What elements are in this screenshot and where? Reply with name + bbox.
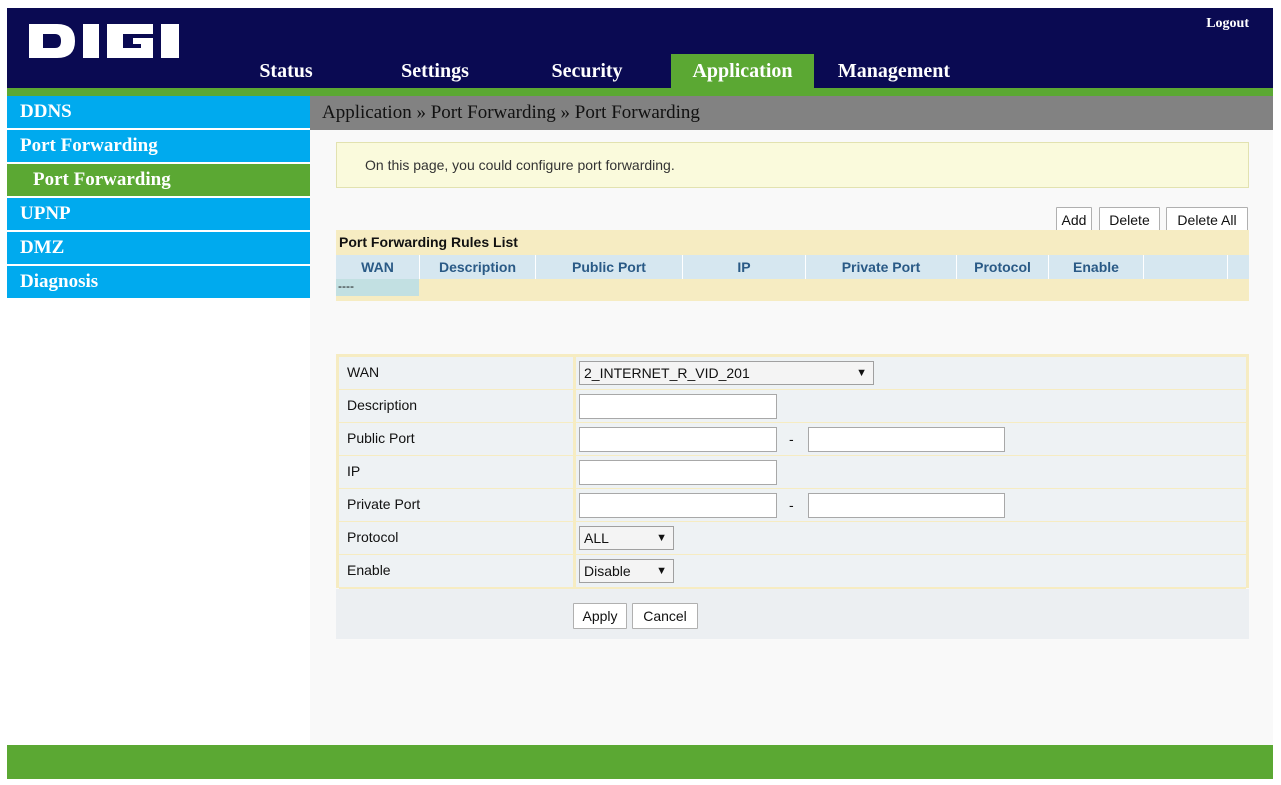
column-separator <box>1227 255 1228 279</box>
description-label: Description <box>347 397 418 413</box>
rules-table-header: WAN Description Public Port IP Private P… <box>336 255 1249 279</box>
column-header-wan: WAN <box>361 259 394 275</box>
ip-label: IP <box>347 463 361 479</box>
top-header: Logout Status Settings Security Applicat… <box>7 8 1273 88</box>
form-row-private-port: Private Port - <box>339 489 1246 523</box>
column-header-protocol: Protocol <box>974 259 1031 275</box>
tab-management[interactable]: Management <box>829 54 959 88</box>
chevron-down-icon: ▼ <box>856 367 867 379</box>
breadcrumb: Application » Port Forwarding » Port For… <box>310 96 1273 130</box>
form-cell: Disable ▼ <box>573 555 1249 587</box>
footer-bar <box>7 745 1273 779</box>
tab-status[interactable]: Status <box>247 54 325 88</box>
private-port-start-input[interactable] <box>579 493 777 518</box>
wan-select-value: 2_INTERNET_R_VID_201 <box>584 365 750 381</box>
table-row-empty: ---- <box>336 279 419 296</box>
sidebar-item-upnp[interactable]: UPNP <box>7 198 310 231</box>
form-row-ip: IP <box>339 456 1246 490</box>
port-range-separator: - <box>789 431 794 447</box>
rules-table-title: Port Forwarding Rules List <box>339 234 518 250</box>
tab-application[interactable]: Application <box>671 54 814 88</box>
chevron-down-icon: ▼ <box>656 565 667 577</box>
main-content: Application » Port Forwarding » Port For… <box>310 96 1273 745</box>
browser-frame: Logout Status Settings Security Applicat… <box>7 8 1273 779</box>
form-row-public-port: Public Port - <box>339 423 1246 457</box>
form-row-enable: Enable Disable ▼ <box>339 555 1246 589</box>
sidebar-item-port-forwarding[interactable]: Port Forwarding <box>7 130 310 163</box>
info-box: On this page, you could configure port f… <box>336 142 1249 188</box>
protocol-select-value: ALL <box>584 530 609 546</box>
wan-select[interactable]: 2_INTERNET_R_VID_201 ▼ <box>579 361 874 385</box>
sidebar-item-diagnosis[interactable]: Diagnosis <box>7 266 310 299</box>
column-separator <box>1143 255 1144 279</box>
logout-link[interactable]: Logout <box>1206 16 1249 32</box>
public-port-end-input[interactable] <box>808 427 1005 452</box>
column-header-ip: IP <box>737 259 751 275</box>
private-port-end-input[interactable] <box>808 493 1005 518</box>
rules-table: Port Forwarding Rules List WAN Descripti… <box>336 230 1249 301</box>
protocol-label: Protocol <box>347 529 399 545</box>
sidebar-item-dmz[interactable]: DMZ <box>7 232 310 265</box>
form-actions: Apply Cancel <box>336 589 1249 639</box>
enable-label: Enable <box>347 562 391 578</box>
private-port-label: Private Port <box>347 496 421 512</box>
enable-select-value: Disable <box>584 563 631 579</box>
enable-select[interactable]: Disable ▼ <box>579 559 674 583</box>
public-port-label: Public Port <box>347 430 415 446</box>
tab-security[interactable]: Security <box>537 54 637 88</box>
column-header-enable: Enable <box>1073 259 1119 275</box>
form-row-protocol: Protocol ALL ▼ <box>339 522 1246 556</box>
form-row-description: Description <box>339 390 1246 424</box>
digi-logo <box>29 24 179 58</box>
form-row-wan: WAN 2_INTERNET_R_VID_201 ▼ <box>339 357 1246 391</box>
tab-settings[interactable]: Settings <box>385 54 485 88</box>
column-header-description: Description <box>438 259 516 275</box>
chevron-down-icon: ▼ <box>656 532 667 544</box>
form-cell <box>573 390 1249 422</box>
form-cell: - <box>573 423 1249 455</box>
form-cell: - <box>573 489 1249 521</box>
protocol-select[interactable]: ALL ▼ <box>579 526 674 550</box>
form-cell: 2_INTERNET_R_VID_201 ▼ <box>573 357 1249 389</box>
form-cell: ALL ▼ <box>573 522 1249 554</box>
header-divider <box>7 88 1273 96</box>
public-port-start-input[interactable] <box>579 427 777 452</box>
sidebar-item-ddns[interactable]: DDNS <box>7 96 310 129</box>
column-header-public-port: Public Port <box>572 259 646 275</box>
ip-input[interactable] <box>579 460 777 485</box>
form-cell <box>573 456 1249 488</box>
column-header-private-port: Private Port <box>841 259 921 275</box>
sidebar-subitem-port-forwarding[interactable]: Port Forwarding <box>7 164 310 197</box>
apply-button[interactable]: Apply <box>573 603 627 629</box>
description-input[interactable] <box>579 394 777 419</box>
wan-label: WAN <box>347 364 380 380</box>
cancel-button[interactable]: Cancel <box>632 603 698 629</box>
sidebar: DDNS Port Forwarding Port Forwarding UPN… <box>7 96 310 745</box>
port-range-separator: - <box>789 497 794 513</box>
port-forwarding-form: WAN 2_INTERNET_R_VID_201 ▼ Description P… <box>336 354 1249 589</box>
